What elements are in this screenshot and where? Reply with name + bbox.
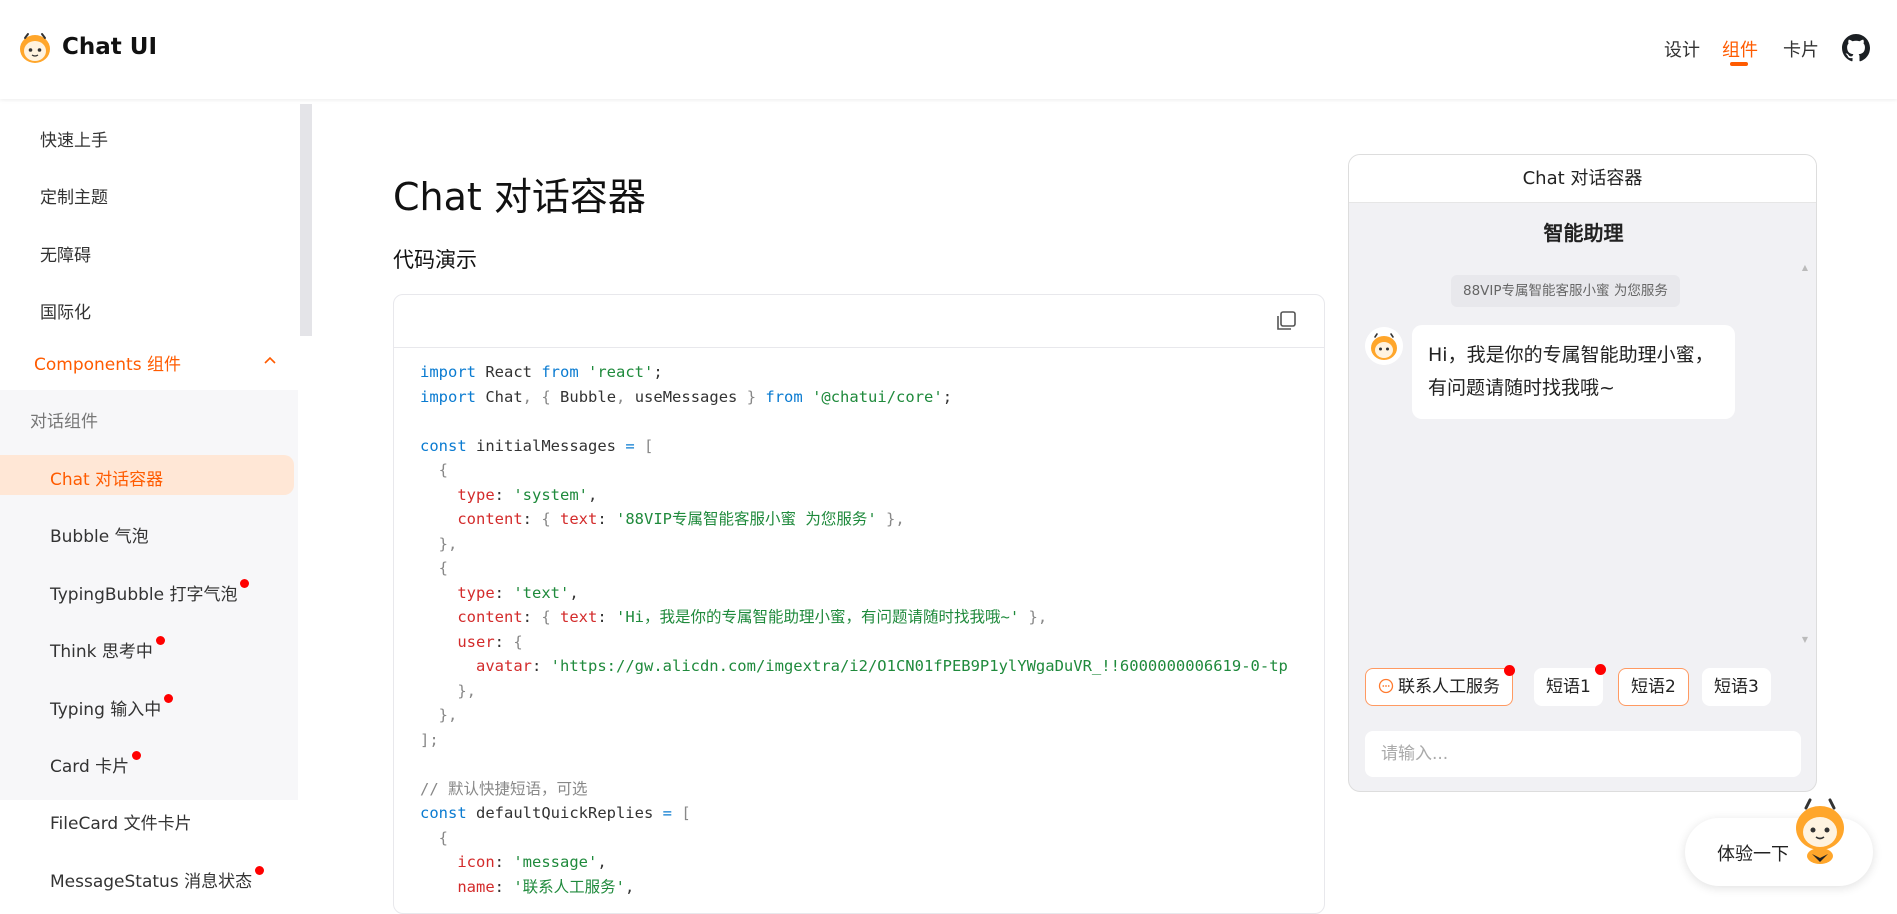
chatui-logo-icon[interactable] xyxy=(18,30,52,64)
system-message: 88VIP专属智能客服小蜜 为您服务 xyxy=(1451,275,1680,307)
sidebar-group-components[interactable]: Components 组件 xyxy=(34,350,181,375)
message-icon xyxy=(1378,678,1394,694)
mascot-icon[interactable] xyxy=(1792,798,1848,866)
code-block: import React from 'react'; import Chat, … xyxy=(393,294,1325,914)
quick-reply-phrase3[interactable]: 短语3 xyxy=(1702,668,1771,706)
copy-icon[interactable] xyxy=(1274,309,1298,333)
nav-design[interactable]: 设计 xyxy=(1664,36,1700,62)
demo-window-title: Chat 对话容器 xyxy=(1349,155,1816,203)
sidebar-subgroup-title: 对话组件 xyxy=(30,412,98,432)
chat-navbar-title: 智能助理 xyxy=(1543,221,1624,245)
sidebar-item-chat[interactable]: Chat 对话容器 xyxy=(50,465,163,490)
new-badge-dot xyxy=(1594,664,1606,675)
github-icon[interactable] xyxy=(1842,34,1870,62)
sidebar-scrollbar[interactable] xyxy=(300,104,312,336)
assistant-message-bubble: Hi，我是你的专属智能助理小蜜，有问题请随时找我哦~ xyxy=(1412,325,1735,419)
brand-title[interactable]: Chat UI xyxy=(62,34,157,60)
top-header: Chat UI 设计 组件 卡片 xyxy=(0,0,1897,99)
code-content: import React from 'react'; import Chat, … xyxy=(420,363,1288,896)
try-it-label: 体验一下 xyxy=(1717,844,1789,865)
sidebar-item-bubble[interactable]: Bubble 气泡 xyxy=(50,522,149,547)
scroll-up-icon[interactable]: ▲ xyxy=(1802,263,1808,272)
sidebar-item-i18n[interactable]: 国际化 xyxy=(40,298,91,323)
nav-components[interactable]: 组件 xyxy=(1722,36,1758,62)
new-badge-dot xyxy=(155,636,165,645)
chat-demo-window: Chat 对话容器 智能助理 ▲ 88VIP专属智能客服小蜜 为您服务 Hi，我… xyxy=(1348,154,1817,792)
section-title: 代码演示 xyxy=(393,248,477,272)
sidebar-item-typingbubble[interactable]: TypingBubble 打字气泡 xyxy=(50,579,250,605)
chat-input[interactable] xyxy=(1365,731,1801,777)
sidebar-item-accessibility[interactable]: 无障碍 xyxy=(40,241,91,266)
scroll-down-icon[interactable]: ▼ xyxy=(1802,635,1808,644)
sidebar-item-theme[interactable]: 定制主题 xyxy=(40,183,108,208)
code-toolbar xyxy=(394,295,1324,348)
sidebar-item-typing[interactable]: Typing 输入中 xyxy=(50,694,174,720)
sidebar-item-messagestatus[interactable]: MessageStatus 消息状态 xyxy=(50,866,265,892)
sidebar-item-quickstart[interactable]: 快速上手 xyxy=(40,126,108,151)
sidebar-item-card[interactable]: Card 卡片 xyxy=(50,751,142,777)
page-title: Chat 对话容器 xyxy=(393,175,646,219)
assistant-avatar xyxy=(1365,327,1403,365)
sidebar-item-think[interactable]: Think 思考中 xyxy=(50,636,165,662)
new-badge-dot xyxy=(1504,665,1515,676)
quick-reply-phrase1[interactable]: 短语1 xyxy=(1534,664,1606,706)
chevron-up-icon[interactable] xyxy=(262,352,278,368)
quick-reply-contact-human[interactable]: 联系人工服务 xyxy=(1365,665,1515,706)
sidebar-item-filecard[interactable]: FileCard 文件卡片 xyxy=(50,809,192,834)
nav-cards[interactable]: 卡片 xyxy=(1783,36,1819,62)
nav-active-indicator xyxy=(1730,62,1748,66)
quick-reply-phrase2[interactable]: 短语2 xyxy=(1618,668,1689,706)
